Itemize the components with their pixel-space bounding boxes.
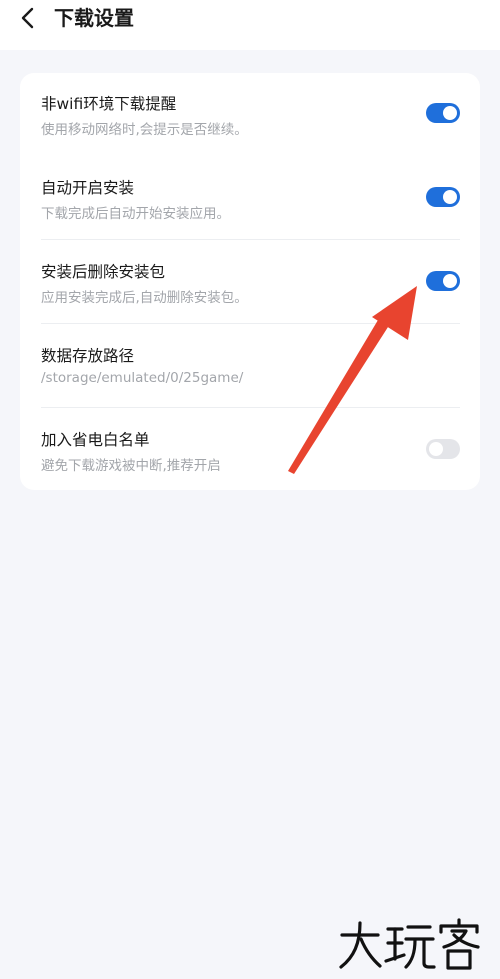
storage-path-value: /storage/emulated/0/25game/	[41, 370, 244, 386]
setting-title: 加入省电白名单	[41, 431, 150, 449]
toggle-knob	[443, 274, 457, 288]
setting-subtitle: 使用移动网络时,会提示是否继续。	[41, 122, 248, 138]
setting-row-power-whitelist[interactable]: 加入省电白名单 避免下载游戏被中断,推荐开启	[20, 409, 480, 493]
toggle-knob	[443, 190, 457, 204]
setting-subtitle: 应用安装完成后,自动删除安装包。	[41, 290, 248, 306]
setting-subtitle: 避免下载游戏被中断,推荐开启	[41, 458, 221, 474]
setting-row-storage-path[interactable]: 数据存放路径 /storage/emulated/0/25game/	[20, 325, 480, 409]
toggle-knob	[429, 442, 443, 456]
setting-row-delete-package[interactable]: 安装后删除安装包 应用安装完成后,自动删除安装包。	[20, 241, 480, 325]
toggle-knob	[443, 106, 457, 120]
divider	[41, 239, 460, 240]
setting-title: 非wifi环境下载提醒	[41, 95, 177, 113]
setting-row-non-wifi-alert[interactable]: 非wifi环境下载提醒 使用移动网络时,会提示是否继续。	[20, 73, 480, 157]
power-whitelist-toggle[interactable]	[426, 439, 460, 459]
setting-title: 安装后删除安装包	[41, 263, 166, 281]
delete-package-toggle[interactable]	[426, 271, 460, 291]
setting-title: 数据存放路径	[41, 347, 135, 365]
chevron-left-icon	[21, 7, 34, 29]
setting-row-auto-install[interactable]: 自动开启安装 下载完成后自动开始安装应用。	[20, 157, 480, 241]
page-title: 下载设置	[54, 6, 134, 30]
divider	[41, 407, 460, 408]
top-bar: 下载设置	[0, 0, 500, 50]
back-button[interactable]	[14, 4, 42, 32]
watermark-logo-icon	[339, 918, 480, 970]
setting-title: 自动开启安装	[41, 179, 135, 197]
settings-card: 非wifi环境下载提醒 使用移动网络时,会提示是否继续。 自动开启安装 下载完成…	[20, 73, 480, 490]
divider	[41, 323, 460, 324]
auto-install-toggle[interactable]	[426, 187, 460, 207]
setting-subtitle: 下载完成后自动开始安装应用。	[41, 206, 230, 222]
non-wifi-alert-toggle[interactable]	[426, 103, 460, 123]
